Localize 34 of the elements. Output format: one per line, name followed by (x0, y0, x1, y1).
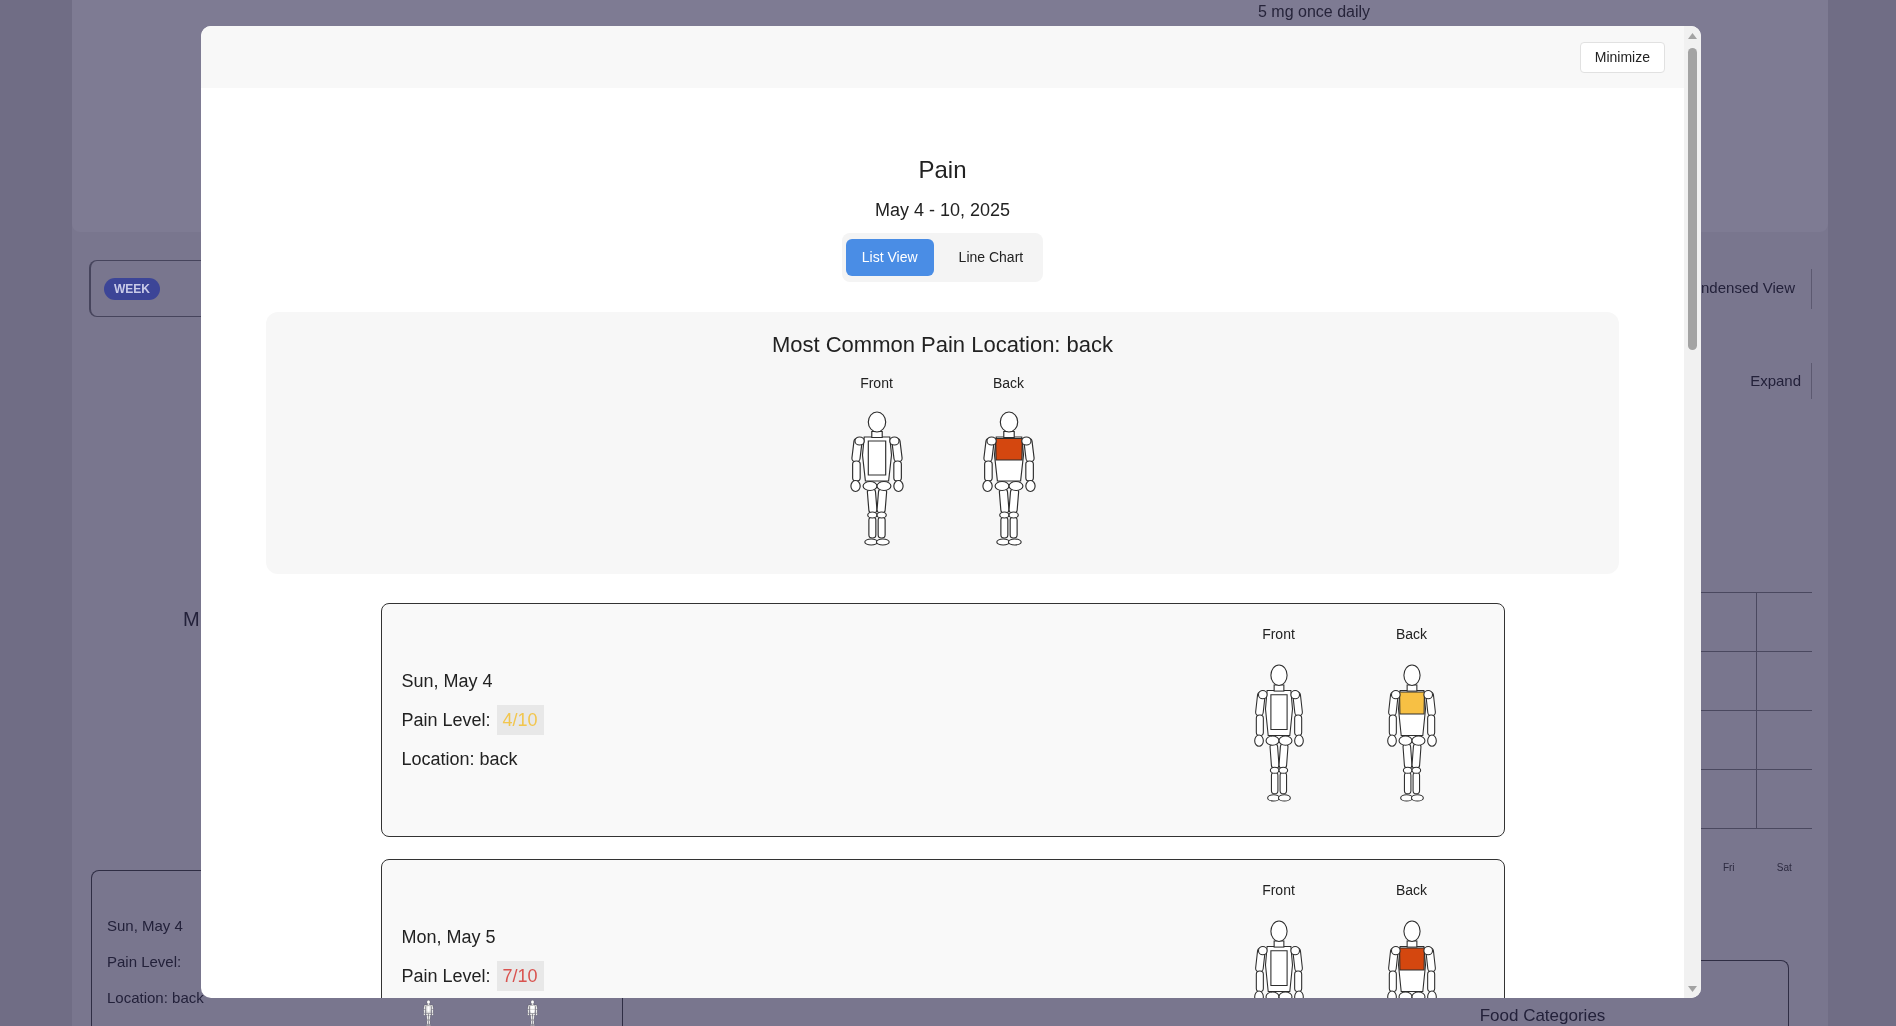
summary-heading: Most Common Pain Location: back (771, 331, 1114, 359)
view-label: Front (860, 375, 893, 392)
location-text: Location: back (107, 988, 205, 1008)
dose-text: 5 mg once daily (1258, 2, 1371, 22)
scrollbar-thumb[interactable] (1688, 48, 1697, 350)
scroll-down-arrow-icon[interactable] (1688, 986, 1697, 992)
view-label: Back (1395, 882, 1428, 899)
minimize-button[interactable]: Minimize (1579, 41, 1665, 73)
pain-level-label: Pain Level: (401, 965, 491, 988)
pain-level-label: Pain Level: (401, 709, 491, 732)
date-range: May 4 - 10, 2025 (874, 199, 1011, 222)
expand-button[interactable]: Expand (1738, 363, 1812, 399)
food-categories-heading: Food Categories (1479, 1006, 1606, 1025)
pain-level-value: 7/10 (496, 961, 544, 991)
week-badge: WEEK (104, 277, 160, 300)
modal-title: Pain (918, 155, 967, 185)
view-tab[interactable]: List View (845, 239, 934, 276)
entry-date: Sun, May 4 (401, 670, 494, 693)
view-label: Back (1395, 626, 1428, 643)
pain-level-value: 4/10 (496, 705, 544, 735)
location-text: Location: back (401, 748, 519, 771)
scroll-up-arrow-icon[interactable] (1688, 33, 1697, 39)
entry-date: Sun, May 4 (107, 916, 184, 936)
weekday-label: Sat (1775, 861, 1793, 874)
view-label: Front (1262, 626, 1295, 643)
view-label: Front (1262, 882, 1295, 899)
body-figure-drawing (423, 1000, 434, 1026)
cut-heading: M (183, 607, 200, 632)
view-tab[interactable]: Line Chart (942, 239, 1040, 276)
view-label: Back (992, 375, 1025, 392)
entry-date: Mon, May 5 (401, 926, 497, 949)
weekday-label: Fri (1721, 861, 1736, 874)
pain-level-label: Pain Level: (107, 952, 183, 972)
body-figure-drawing (527, 1000, 538, 1026)
